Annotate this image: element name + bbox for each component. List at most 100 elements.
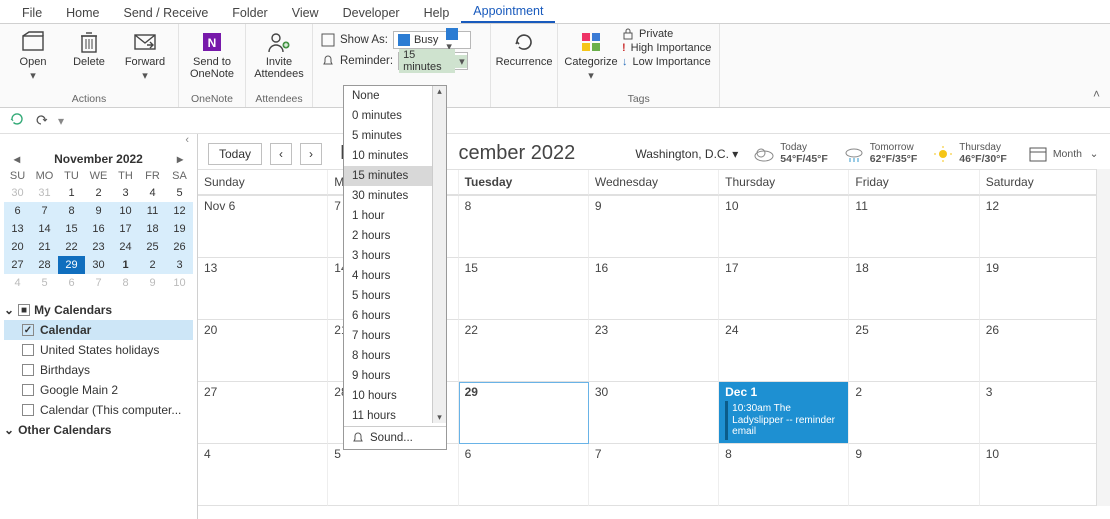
collapse-ribbon-button[interactable]: ˄ xyxy=(1083,81,1110,107)
mini-day[interactable]: 28 xyxy=(31,256,58,274)
mini-day[interactable]: 10 xyxy=(112,202,139,220)
calendar-cell[interactable]: 10 xyxy=(980,444,1110,506)
next-period-button[interactable]: › xyxy=(300,143,322,165)
calendar-cell[interactable]: 10 xyxy=(719,196,849,258)
calendar-cell[interactable]: 23 xyxy=(589,320,719,382)
calendar-cell[interactable]: 24 xyxy=(719,320,849,382)
weather-city[interactable]: Washington, D.C. ▾ xyxy=(635,147,738,161)
calendar-item[interactable]: ✓Calendar xyxy=(4,320,193,340)
delete-button[interactable]: Delete xyxy=(64,28,114,68)
next-month-button[interactable]: ▸ xyxy=(173,152,187,166)
calendar-cell[interactable]: 8 xyxy=(459,196,589,258)
mini-day[interactable]: 7 xyxy=(85,274,112,292)
tab-help[interactable]: Help xyxy=(412,3,462,23)
prev-period-button[interactable]: ‹ xyxy=(270,143,292,165)
mini-day[interactable]: 30 xyxy=(85,256,112,274)
prev-month-button[interactable]: ◂ xyxy=(10,152,24,166)
checkbox-icon[interactable] xyxy=(22,404,34,416)
mini-day[interactable]: 17 xyxy=(112,220,139,238)
mini-day[interactable]: 11 xyxy=(139,202,166,220)
reminder-combo[interactable]: 15 minutes▾ xyxy=(398,52,468,70)
mini-day[interactable]: 24 xyxy=(112,238,139,256)
reminder-option[interactable]: 5 minutes xyxy=(344,126,432,146)
calendar-cell[interactable]: 11 xyxy=(849,196,979,258)
mini-day[interactable]: 5 xyxy=(31,274,58,292)
reminder-option[interactable]: 5 hours xyxy=(344,286,432,306)
mini-day[interactable]: 22 xyxy=(58,238,85,256)
mini-day[interactable]: 23 xyxy=(85,238,112,256)
mini-day[interactable]: 2 xyxy=(139,256,166,274)
private-button[interactable]: Private xyxy=(622,28,711,40)
other-calendars-header[interactable]: ⌄Other Calendars xyxy=(4,420,193,440)
calendar-cell[interactable]: 22 xyxy=(459,320,589,382)
mini-day[interactable]: 2 xyxy=(85,184,112,202)
calendar-cell[interactable]: 13 xyxy=(198,258,328,320)
mini-day[interactable]: 9 xyxy=(139,274,166,292)
calendar-item[interactable]: Google Main 2 xyxy=(4,380,193,400)
calendar-cell[interactable]: 7 xyxy=(589,444,719,506)
mini-day[interactable]: 1 xyxy=(112,256,139,274)
reminder-option[interactable]: 3 hours xyxy=(344,246,432,266)
mini-day[interactable]: 27 xyxy=(4,256,31,274)
mini-day[interactable]: 4 xyxy=(4,274,31,292)
mini-day[interactable]: 8 xyxy=(58,202,85,220)
open-button[interactable]: Open▾ xyxy=(8,28,58,82)
reminder-option[interactable]: 0 minutes xyxy=(344,106,432,126)
calendar-item[interactable]: United States holidays xyxy=(4,340,193,360)
mini-day[interactable]: 13 xyxy=(4,220,31,238)
calendar-item[interactable]: Calendar (This computer... xyxy=(4,400,193,420)
calendar-cell[interactable]: 30 xyxy=(589,382,719,444)
mini-day[interactable]: 29 xyxy=(58,256,85,274)
calendar-cell[interactable]: 29 xyxy=(459,382,589,444)
calendar-cell[interactable]: 17 xyxy=(719,258,849,320)
calendar-cell[interactable]: 27 xyxy=(198,382,328,444)
mini-day[interactable]: 6 xyxy=(4,202,31,220)
high-importance-button[interactable]: !High Importance xyxy=(622,42,711,54)
calendar-cell[interactable]: 2 xyxy=(849,382,979,444)
today-button[interactable]: Today xyxy=(208,143,262,165)
calendar-event[interactable]: 10:30am The Ladyslipper -- reminder emai… xyxy=(725,401,842,440)
reminder-sound-button[interactable]: Sound... xyxy=(344,426,446,449)
mini-day[interactable]: 21 xyxy=(31,238,58,256)
checkbox-icon[interactable]: ✓ xyxy=(22,324,34,336)
collapse-nav-button[interactable]: ‹ xyxy=(0,134,197,148)
reminder-option[interactable]: 6 hours xyxy=(344,306,432,326)
mini-day[interactable]: 18 xyxy=(139,220,166,238)
scrollbar[interactable] xyxy=(1096,169,1110,506)
mini-day[interactable]: 9 xyxy=(85,202,112,220)
mini-day[interactable]: 16 xyxy=(85,220,112,238)
tab-file[interactable]: File xyxy=(10,3,54,23)
calendar-cell[interactable]: Nov 6 xyxy=(198,196,328,258)
calendar-cell[interactable]: 8 xyxy=(719,444,849,506)
calendar-cell[interactable]: 26 xyxy=(980,320,1110,382)
mini-day[interactable]: 6 xyxy=(58,274,85,292)
reminder-option[interactable]: 4 hours xyxy=(344,266,432,286)
calendar-cell[interactable]: 18 xyxy=(849,258,979,320)
calendar-cell[interactable]: 6 xyxy=(459,444,589,506)
categorize-button[interactable]: Categorize▾ xyxy=(566,28,616,82)
reminder-option[interactable]: 8 hours xyxy=(344,346,432,366)
calendar-cell[interactable]: 25 xyxy=(849,320,979,382)
mini-day[interactable]: 25 xyxy=(139,238,166,256)
tab-appointment[interactable]: Appointment xyxy=(461,1,555,23)
invite-attendees-button[interactable]: Invite Attendees xyxy=(254,28,304,80)
checkbox-icon[interactable] xyxy=(22,364,34,376)
calendar-cell[interactable]: 19 xyxy=(980,258,1110,320)
reminder-option[interactable]: 9 hours xyxy=(344,366,432,386)
reminder-option[interactable]: None xyxy=(344,86,432,106)
mini-day[interactable]: 30 xyxy=(4,184,31,202)
mini-day[interactable]: 19 xyxy=(166,220,193,238)
mini-day[interactable]: 3 xyxy=(112,184,139,202)
calendar-cell[interactable]: Dec 110:30am The Ladyslipper -- reminder… xyxy=(719,382,849,444)
calendar-cell[interactable]: 9 xyxy=(589,196,719,258)
tab-home[interactable]: Home xyxy=(54,3,111,23)
calendar-cell[interactable]: 16 xyxy=(589,258,719,320)
checkbox-icon[interactable] xyxy=(22,384,34,396)
qat-customize[interactable]: ▾ xyxy=(58,114,64,128)
low-importance-button[interactable]: ↓Low Importance xyxy=(622,56,711,68)
calendar-cell[interactable]: 20 xyxy=(198,320,328,382)
reminder-option[interactable]: 2 hours xyxy=(344,226,432,246)
mini-day[interactable]: 1 xyxy=(58,184,85,202)
mini-day[interactable]: 7 xyxy=(31,202,58,220)
calendar-cell[interactable]: 12 xyxy=(980,196,1110,258)
